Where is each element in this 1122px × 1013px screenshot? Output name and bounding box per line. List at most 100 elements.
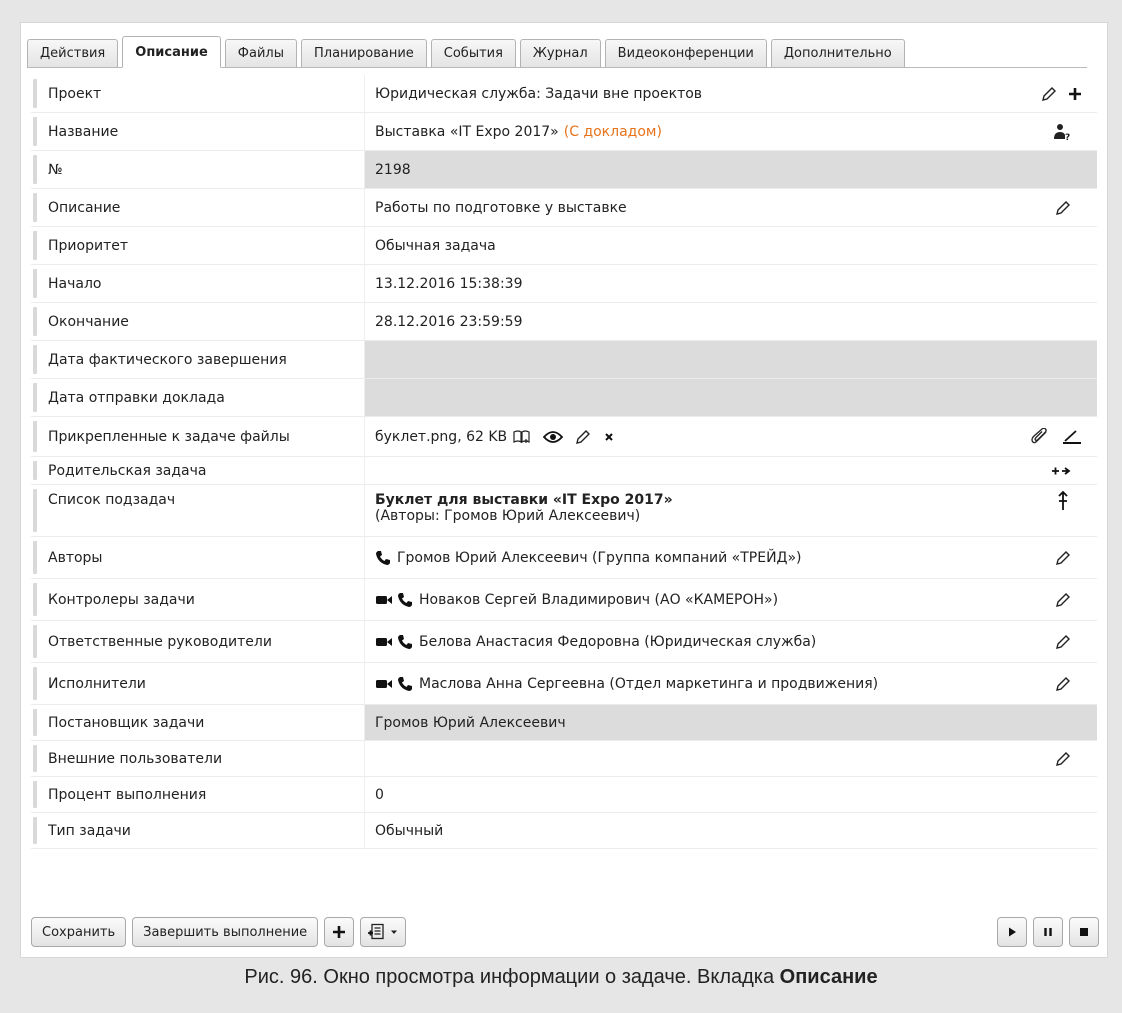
phone-icon[interactable] bbox=[375, 550, 391, 566]
bottom-toolbar: Сохранить Завершить выполнение bbox=[31, 915, 1099, 949]
row-value: Буклет для выставки «IT Expo 2017» (Авто… bbox=[365, 485, 1097, 536]
row-value: 0 bbox=[365, 777, 1097, 812]
row-label: Проект bbox=[31, 75, 365, 112]
table-row-percent: Процент выполнения 0 bbox=[31, 777, 1097, 813]
tab-bar: Действия Описание Файлы Планирование Соб… bbox=[27, 33, 1087, 68]
end-date: 28.12.2016 23:59:59 bbox=[375, 313, 523, 330]
controller-name[interactable]: Новаков Сергей Владимирович (АО «КАМЕРОН… bbox=[419, 592, 778, 608]
save-button[interactable]: Сохранить bbox=[31, 917, 127, 947]
row-label: Приоритет bbox=[31, 227, 365, 264]
row-label: Процент выполнения bbox=[31, 777, 365, 812]
tab-description[interactable]: Описание bbox=[122, 36, 221, 68]
task-number: 2198 bbox=[375, 161, 411, 178]
manager-name[interactable]: Белова Анастасия Федоровна (Юридическая … bbox=[419, 634, 816, 650]
pencil-icon[interactable] bbox=[1055, 751, 1071, 767]
row-label: Список подзадач bbox=[31, 485, 365, 536]
template-dropdown-button[interactable] bbox=[360, 917, 407, 947]
row-value: буклет.png, 62 KB bbox=[365, 417, 1097, 456]
caption-bold: Описание bbox=[779, 966, 878, 988]
stop-button[interactable] bbox=[1069, 917, 1099, 947]
scanner-icon[interactable] bbox=[1061, 429, 1083, 445]
person-question-icon[interactable]: ? bbox=[1053, 123, 1071, 141]
video-icon[interactable] bbox=[375, 678, 393, 690]
subtask-link[interactable]: Буклет для выставки «IT Expo 2017» bbox=[375, 492, 673, 508]
phone-icon[interactable] bbox=[397, 676, 413, 692]
row-label: Постановщик задачи bbox=[31, 705, 365, 740]
row-label: Начало bbox=[31, 265, 365, 302]
row-label: Контролеры задачи bbox=[31, 579, 365, 620]
stop-icon bbox=[1080, 928, 1088, 936]
executor-name[interactable]: Маслова Анна Сергеевна (Отдел маркетинга… bbox=[419, 676, 878, 692]
pencil-icon[interactable] bbox=[1055, 200, 1071, 216]
row-value: Обычная задача bbox=[365, 227, 1097, 264]
caption-text: Рис. 96. Окно просмотра информации о зад… bbox=[244, 966, 780, 988]
row-value: 2198 bbox=[365, 151, 1097, 188]
phone-icon[interactable] bbox=[397, 634, 413, 650]
video-icon[interactable] bbox=[375, 594, 393, 606]
chevron-down-icon bbox=[391, 930, 398, 934]
row-value: Обычный bbox=[365, 813, 1097, 848]
paperclip-icon[interactable] bbox=[1031, 427, 1051, 446]
tab-files[interactable]: Файлы bbox=[224, 39, 297, 67]
pencil-icon[interactable] bbox=[1055, 634, 1071, 650]
project-value: Юридическая служба: Задачи вне проектов bbox=[375, 85, 703, 102]
type-value: Обычный bbox=[375, 822, 444, 839]
pencil-icon[interactable] bbox=[1055, 592, 1071, 608]
task-window: Действия Описание Файлы Планирование Соб… bbox=[20, 22, 1108, 958]
tab-videoconferences[interactable]: Видеоконференции bbox=[604, 39, 767, 67]
task-name: Выставка «IT Expo 2017» bbox=[375, 123, 559, 140]
pencil-icon[interactable] bbox=[1055, 676, 1071, 692]
link-arrow-icon[interactable] bbox=[1051, 465, 1071, 477]
add-button[interactable] bbox=[324, 917, 355, 947]
table-row-end: Окончание 28.12.2016 23:59:59 bbox=[31, 303, 1097, 341]
row-label: № bbox=[31, 151, 365, 188]
table-row-number: № 2198 bbox=[31, 151, 1097, 189]
table-row-executors: Исполнители Маслова Анна Сергеевна (Отде… bbox=[31, 663, 1097, 705]
row-label: Исполнители bbox=[31, 663, 365, 704]
row-label: Название bbox=[31, 113, 365, 150]
table-row-priority: Приоритет Обычная задача bbox=[31, 227, 1097, 265]
book-icon[interactable] bbox=[513, 429, 531, 444]
tab-events[interactable]: События bbox=[430, 39, 516, 67]
setter-name: Громов Юрий Алексеевич bbox=[375, 714, 566, 731]
row-value: Работы по подготовке у выставке bbox=[365, 189, 1097, 226]
file-link[interactable]: буклет.png, 62 KB bbox=[375, 429, 507, 445]
row-value: Белова Анастасия Федоровна (Юридическая … bbox=[365, 621, 1097, 662]
video-icon[interactable] bbox=[375, 636, 393, 648]
pencil-icon[interactable] bbox=[575, 429, 591, 445]
table-row-start: Начало 13.12.2016 15:38:39 bbox=[31, 265, 1097, 303]
tab-actions[interactable]: Действия bbox=[27, 39, 119, 67]
tab-planning[interactable]: Планирование bbox=[300, 39, 427, 67]
table-row-parent: Родительская задача bbox=[31, 457, 1097, 485]
updown-arrow-icon[interactable] bbox=[1057, 491, 1069, 511]
eye-icon[interactable] bbox=[543, 430, 564, 444]
complete-button[interactable]: Завершить выполнение bbox=[132, 917, 319, 947]
row-label: Родительская задача bbox=[31, 457, 365, 484]
pencil-icon[interactable] bbox=[1055, 550, 1071, 566]
play-button[interactable] bbox=[997, 917, 1027, 947]
subtask-authors: (Авторы: Громов Юрий Алексеевич) bbox=[375, 508, 641, 524]
table-row-external-users: Внешние пользователи bbox=[31, 741, 1097, 777]
pencil-icon[interactable] bbox=[1041, 86, 1057, 102]
play-icon bbox=[1009, 927, 1016, 937]
row-label: Ответственные руководители bbox=[31, 621, 365, 662]
row-value bbox=[365, 457, 1097, 484]
plus-icon bbox=[333, 926, 346, 938]
close-icon[interactable] bbox=[603, 431, 615, 443]
plus-icon[interactable] bbox=[1067, 86, 1083, 102]
row-value: Юридическая служба: Задачи вне проектов bbox=[365, 75, 1097, 112]
pause-button[interactable] bbox=[1033, 917, 1063, 947]
table-row-description: Описание Работы по подготовке у выставке bbox=[31, 189, 1097, 227]
tab-journal[interactable]: Журнал bbox=[519, 39, 601, 67]
pause-icon bbox=[1044, 928, 1052, 936]
figure-caption: Рис. 96. Окно просмотра информации о зад… bbox=[0, 966, 1122, 989]
table-row-actual-end: Дата фактического завершения bbox=[31, 341, 1097, 379]
author-name[interactable]: Громов Юрий Алексеевич (Группа компаний … bbox=[397, 550, 802, 566]
tab-additional[interactable]: Дополнительно bbox=[770, 39, 905, 67]
svg-text:?: ? bbox=[1065, 133, 1070, 141]
table-row-controllers: Контролеры задачи Новаков Сергей Владими… bbox=[31, 579, 1097, 621]
row-label: Тип задачи bbox=[31, 813, 365, 848]
description-value: Работы по подготовке у выставке bbox=[375, 199, 627, 216]
document-icon bbox=[368, 923, 384, 940]
phone-icon[interactable] bbox=[397, 592, 413, 608]
